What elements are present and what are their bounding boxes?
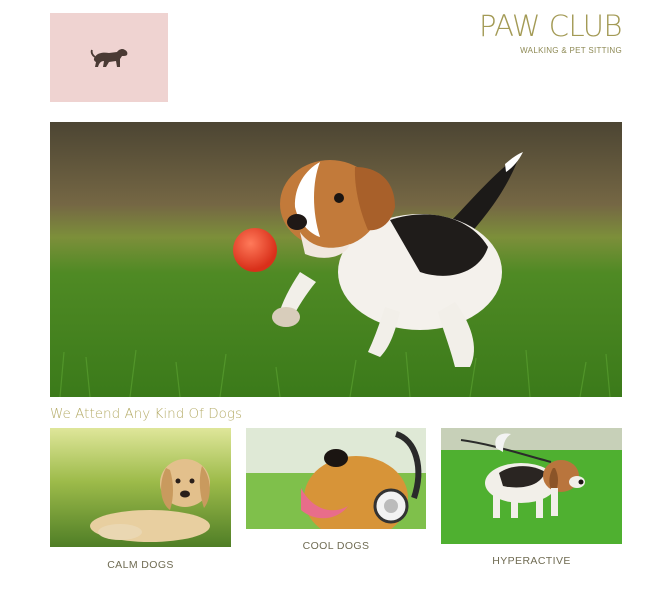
page: PAW CLUB WALKING & PET SITTING We Attend… [0, 0, 671, 605]
logo[interactable] [50, 13, 168, 102]
gallery-image-cool-dogs[interactable] [246, 428, 426, 529]
dog-icon [90, 48, 128, 67]
section-heading: We Attend Any Kind Of Dogs [50, 406, 243, 422]
brand-subtitle: WALKING & PET SITTING [520, 46, 622, 55]
brand: PAW CLUB WALKING & PET SITTING [479, 10, 622, 55]
gallery-image-hyperactive[interactable] [441, 428, 622, 544]
caption-hyperactive: HYPERACTIVE [492, 555, 571, 567]
hero-image [50, 122, 622, 397]
caption-cool-dogs: COOL DOGS [302, 540, 370, 552]
gallery-image-calm-dogs[interactable] [50, 428, 231, 547]
caption-calm-dogs: CALM DOGS [107, 559, 174, 571]
brand-title[interactable]: PAW CLUB [479, 10, 622, 42]
